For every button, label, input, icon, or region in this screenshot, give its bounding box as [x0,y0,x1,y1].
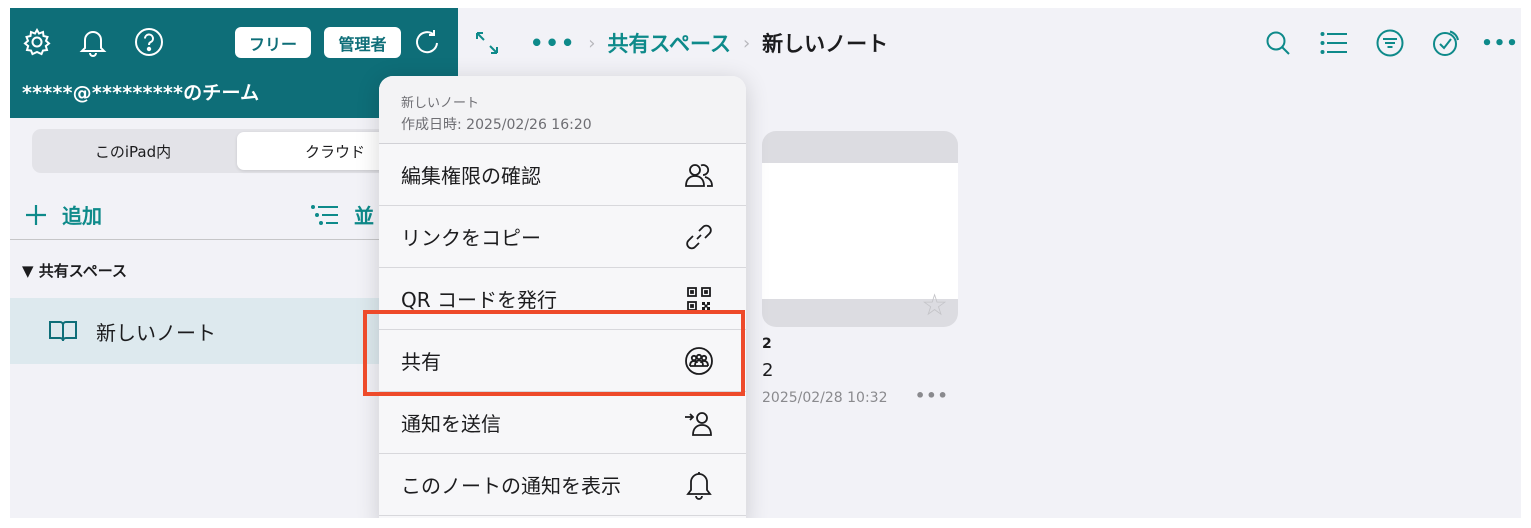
menu-item-label: このノートの通知を表示 [401,474,621,498]
admin-badge[interactable]: 管理者 [324,27,401,58]
note-card-title: 2 [762,336,772,352]
sidebar-item-label: 新しいノート [96,320,216,345]
breadcrumb: ••• › 共有スペース › 新しいノート [458,26,888,60]
plan-badge-free[interactable]: フリー [235,27,311,58]
menu-item-show-notifications[interactable]: このノートの通知を表示 [379,454,746,516]
breadcrumb-more-button[interactable]: ••• [530,31,576,55]
breadcrumb-separator: › [742,32,751,54]
bell-icon [682,468,716,502]
note-card-date: 2025/02/28 10:32 [762,390,888,406]
plus-icon [26,204,46,225]
list-view-icon[interactable] [1317,26,1351,60]
menu-note-title: 新しいノート [401,96,480,111]
sort-button[interactable]: 並 [310,200,374,229]
book-icon [49,321,77,342]
add-button[interactable]: 追加 [24,200,102,229]
sort-list-icon [311,204,338,225]
add-label: 追加 [62,204,102,228]
gear-icon[interactable] [20,25,54,59]
segment-local[interactable]: このiPad内 [35,132,231,170]
bell-icon[interactable] [76,25,110,59]
menu-item-label: QR コードを発行 [401,288,557,312]
check-circle-icon[interactable] [1429,26,1463,60]
share-group-icon [682,344,716,378]
toolbar-icons: ••• [1261,26,1521,60]
note-card-page [762,163,958,299]
people-icon [682,158,716,192]
team-name: *****@*********のチーム [22,82,260,104]
link-icon [682,220,716,254]
note-card-thumbnail[interactable]: ☆ [762,131,958,327]
more-menu-button[interactable]: ••• [1481,26,1518,60]
menu-item-label: 共有 [401,350,441,374]
search-icon[interactable] [1261,26,1295,60]
menu-created-date: 作成日時: 2025/02/26 16:20 [401,117,592,133]
note-card-subtitle: 2 [762,360,774,381]
note-card-more-button[interactable]: ••• [915,386,949,405]
page-title: 新しいノート [762,32,889,56]
breadcrumb-separator: › [588,32,596,54]
menu-header: 新しいノート 作成日時: 2025/02/26 16:20 [379,76,746,144]
context-menu: 新しいノート 作成日時: 2025/02/26 16:20 編集権限の確認 リン… [379,76,746,518]
send-notification-icon [682,406,716,440]
sort-label: 並 [354,204,374,228]
qr-code-icon [682,282,716,316]
menu-item-send-notification[interactable]: 通知を送信 [379,392,746,454]
refresh-icon[interactable] [410,25,444,59]
menu-item-copy-link[interactable]: リンクをコピー [379,206,746,268]
menu-item-label: リンクをコピー [401,226,541,250]
storage-segmented-control: このiPad内 クラウド [32,129,436,173]
menu-item-label: 編集権限の確認 [401,164,541,188]
filter-icon[interactable] [1373,26,1407,60]
menu-item-label: 通知を送信 [401,412,501,436]
top-bar: ••• › 共有スペース › 新しいノート ••• [458,8,1521,78]
menu-item-share[interactable]: 共有 [379,330,746,392]
breadcrumb-parent[interactable]: 共有スペース [607,28,730,58]
menu-item-qr-code[interactable]: QR コードを発行 [379,268,746,330]
menu-item-edit-permissions[interactable]: 編集権限の確認 [379,144,746,206]
star-icon[interactable]: ☆ [921,288,948,323]
section-shared-space[interactable]: ▼ 共有スペース [22,260,127,281]
help-icon[interactable] [132,25,166,59]
app-window: フリー 管理者 *****@*********のチーム このiPad内 クラウド… [10,8,1521,518]
expand-icon[interactable] [474,30,500,56]
